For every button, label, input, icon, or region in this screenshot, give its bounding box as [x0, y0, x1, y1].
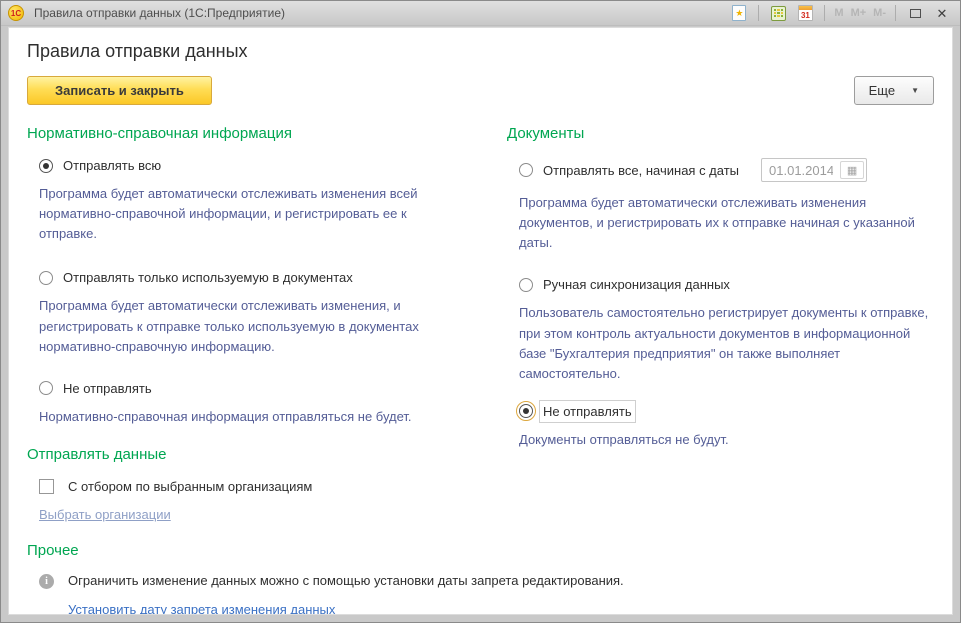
calendar-grid-icon: ▦ [847, 164, 857, 177]
page-title: Правила отправки данных [27, 41, 940, 62]
nsi-hint-send-all: Программа будет автоматически отслеживат… [39, 184, 463, 244]
memory-indicator-m-minus: M- [873, 7, 886, 19]
filter-by-organizations-checkbox[interactable]: С отбором по выбранным организациям [39, 479, 489, 494]
checkbox-label[interactable]: С отбором по выбранным организациям [68, 479, 312, 494]
radio-label[interactable]: Ручная синхронизация данных [543, 277, 730, 292]
radio-label[interactable]: Отправлять только используемую в докумен… [63, 270, 353, 285]
documents-radio-send-all-from-date[interactable]: Отправлять все, начиная с даты ▦ [519, 158, 934, 182]
memory-indicator-m-plus: M+ [851, 7, 867, 19]
documents-column: Документы Отправлять все, начиная с даты… [489, 125, 934, 450]
nsi-radio-do-not-send[interactable]: Не отправлять [39, 381, 489, 396]
radio-icon[interactable] [39, 381, 53, 395]
documents-radio-manual-sync[interactable]: Ручная синхронизация данных [519, 277, 934, 292]
maximize-button[interactable] [905, 4, 925, 23]
more-button[interactable]: Еще ▼ [854, 76, 934, 105]
calculator-icon [771, 6, 786, 21]
titlebar: 1С Правила отправки данных (1С:Предприят… [1, 1, 960, 26]
documents-hint-manual-sync: Пользователь самостоятельно регистрирует… [519, 303, 934, 384]
titlebar-separator [824, 5, 825, 21]
documents-section-title: Документы [507, 125, 934, 142]
radio-icon[interactable] [39, 271, 53, 285]
favorites-button[interactable]: ★ [729, 4, 749, 23]
select-organizations-link[interactable]: Выбрать организации [39, 507, 171, 522]
nsi-hint-do-not-send: Нормативно-справочная информация отправл… [39, 407, 463, 427]
1c-logo-icon: 1С [8, 5, 24, 21]
checkbox-icon[interactable] [39, 479, 54, 494]
info-text: Ограничить изменение данных можно с помо… [68, 573, 624, 588]
form-client-area: Правила отправки данных Записать и закры… [8, 27, 953, 615]
documents-hint-send-all: Программа будет автоматически отслеживат… [519, 193, 934, 253]
nsi-radio-send-used-only[interactable]: Отправлять только используемую в докумен… [39, 270, 489, 285]
start-date-input[interactable] [762, 159, 840, 181]
nsi-column: Нормативно-справочная информация Отправл… [27, 125, 489, 522]
radio-icon[interactable] [519, 278, 533, 292]
date-picker-button[interactable]: ▦ [840, 161, 864, 179]
app-window: 1С Правила отправки данных (1С:Предприят… [0, 0, 961, 623]
radio-icon[interactable] [519, 163, 533, 177]
chevron-down-icon: ▼ [911, 86, 919, 95]
other-section: Прочее i Ограничить изменение данных мож… [27, 542, 934, 615]
close-icon: ✕ [937, 7, 948, 20]
other-section-title: Прочее [27, 542, 934, 559]
radio-icon[interactable] [519, 404, 533, 418]
info-icon: i [39, 574, 54, 589]
titlebar-controls: ★ 31 M M+ M- ✕ [729, 4, 952, 23]
radio-icon[interactable] [39, 159, 53, 173]
nsi-radio-send-all[interactable]: Отправлять всю [39, 158, 489, 173]
favorites-star-icon: ★ [732, 5, 746, 21]
calculator-button[interactable] [768, 4, 788, 23]
form-columns: Нормативно-справочная информация Отправл… [21, 125, 940, 522]
radio-label[interactable]: Не отправлять [543, 404, 632, 419]
send-data-section-title: Отправлять данные [27, 446, 489, 463]
calendar-icon: 31 [798, 5, 813, 21]
nsi-section-title: Нормативно-справочная информация [27, 125, 489, 142]
calendar-button[interactable]: 31 [795, 4, 815, 23]
radio-label[interactable]: Отправлять всю [63, 158, 161, 173]
save-and-close-button[interactable]: Записать и закрыть [27, 76, 212, 105]
more-button-label: Еще [869, 83, 895, 98]
maximize-icon [910, 9, 921, 18]
window-title: Правила отправки данных (1С:Предприятие) [34, 6, 729, 20]
set-restriction-date-link[interactable]: Установить дату запрета изменения данных [68, 602, 335, 615]
nsi-hint-send-used-only: Программа будет автоматически отслеживат… [39, 296, 463, 356]
memory-indicator-m: M [834, 7, 843, 19]
toolbar: Записать и закрыть Еще ▼ [27, 76, 934, 105]
documents-radio-do-not-send[interactable]: Не отправлять [519, 404, 934, 419]
documents-hint-do-not-send: Документы отправляться не будут. [519, 430, 934, 450]
info-row: i Ограничить изменение данных можно с по… [39, 573, 934, 589]
titlebar-separator [758, 5, 759, 21]
radio-label[interactable]: Не отправлять [63, 381, 152, 396]
radio-label[interactable]: Отправлять все, начиная с даты [543, 163, 739, 178]
start-date-field-group: ▦ [761, 158, 867, 182]
titlebar-separator [895, 5, 896, 21]
close-button[interactable]: ✕ [932, 4, 952, 23]
